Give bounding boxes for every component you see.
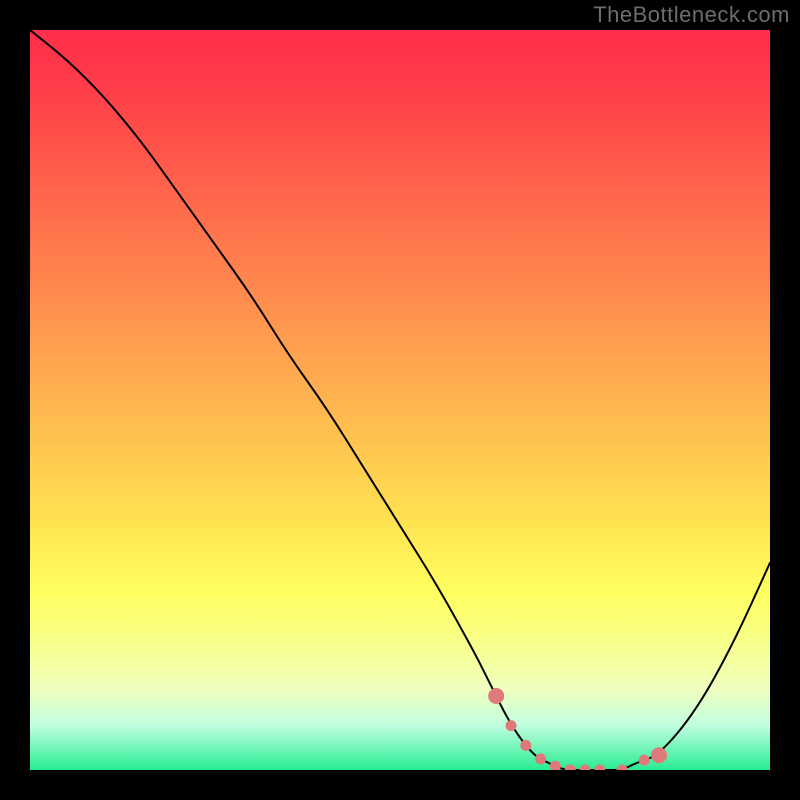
optimal-marker (651, 747, 667, 763)
attribution-text: TheBottleneck.com (593, 2, 790, 28)
optimal-marker (506, 720, 517, 731)
bottleneck-curve (30, 30, 770, 770)
curve-svg (30, 30, 770, 770)
chart-container: TheBottleneck.com (0, 0, 800, 800)
optimal-marker (617, 765, 628, 771)
plot-area (30, 30, 770, 770)
optimal-zone-markers (488, 688, 667, 770)
optimal-marker (535, 753, 546, 764)
optimal-marker (565, 765, 576, 771)
optimal-marker (550, 761, 561, 770)
optimal-marker (580, 765, 591, 771)
optimal-marker (594, 765, 605, 771)
optimal-marker (488, 688, 504, 704)
optimal-marker (639, 755, 650, 766)
optimal-marker (520, 740, 531, 751)
